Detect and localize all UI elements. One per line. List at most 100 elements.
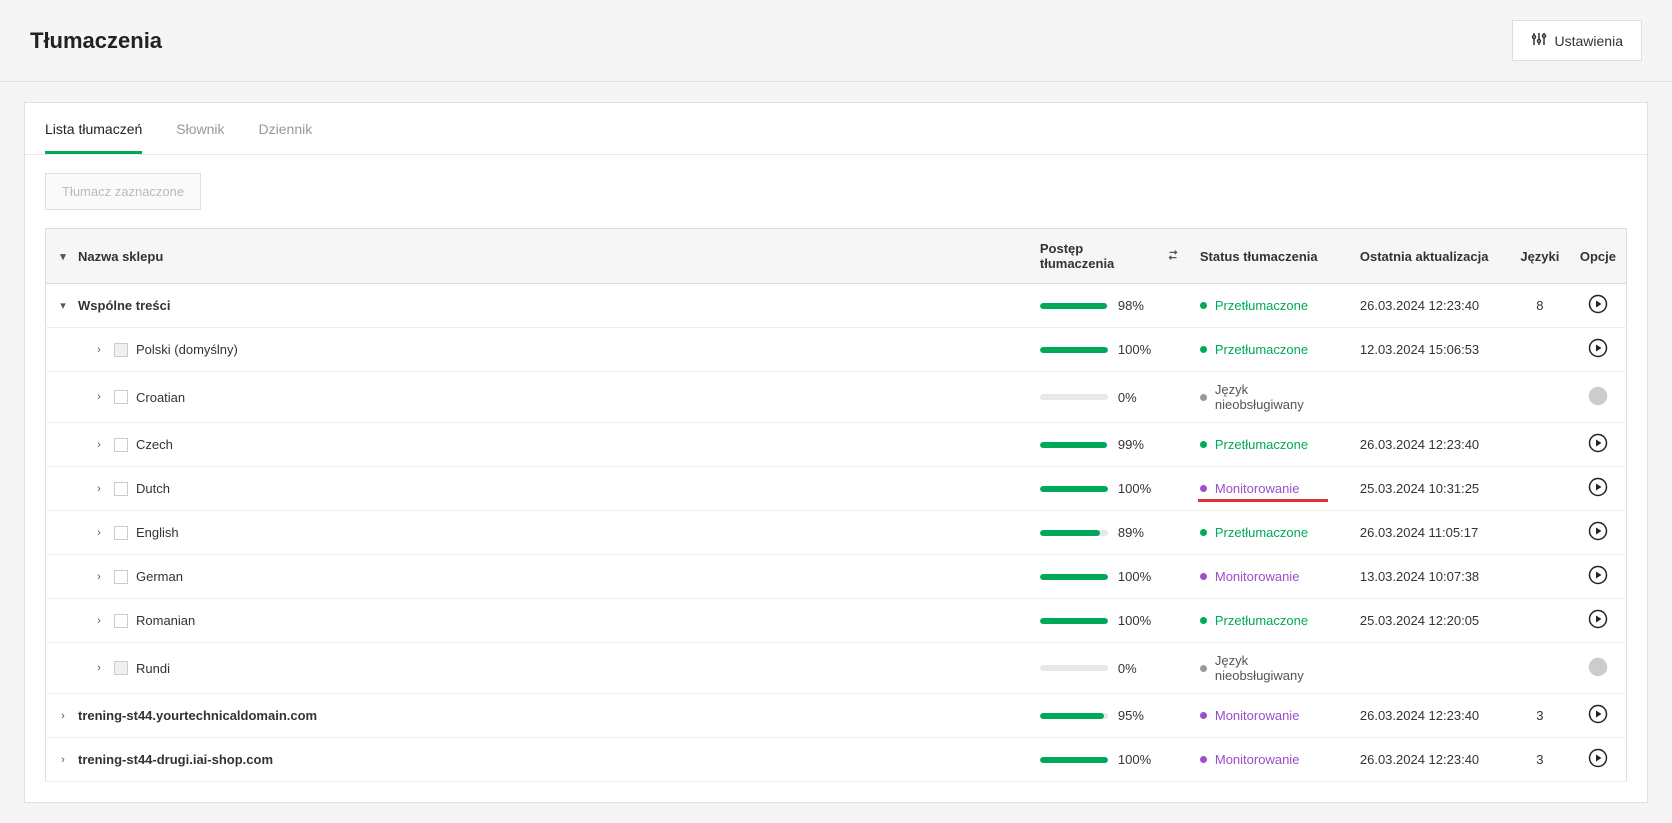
status-text: Przetłumaczone bbox=[1215, 525, 1308, 540]
row-name: Dutch bbox=[136, 481, 170, 496]
chevron-right-icon[interactable]: › bbox=[92, 344, 106, 356]
langs-value bbox=[1510, 511, 1570, 555]
play-circle-icon[interactable] bbox=[1588, 617, 1608, 632]
row-name: Romanian bbox=[136, 613, 195, 628]
play-circle-icon[interactable] bbox=[1588, 485, 1608, 500]
row-name: English bbox=[136, 525, 179, 540]
play-circle-icon bbox=[1588, 394, 1608, 409]
translate-selected-button: Tłumacz zaznaczone bbox=[45, 173, 201, 210]
column-opts: Opcje bbox=[1580, 249, 1616, 264]
progress-value: 100% bbox=[1118, 613, 1151, 628]
play-circle-icon[interactable] bbox=[1588, 756, 1608, 771]
translations-table: ▾ Nazwa sklepu Postęp tłumaczenia bbox=[45, 228, 1627, 782]
updated-value bbox=[1350, 643, 1510, 694]
status-dot-icon bbox=[1200, 394, 1207, 401]
row-name: trening-st44.yourtechnicaldomain.com bbox=[78, 708, 317, 723]
swap-icon[interactable] bbox=[1166, 248, 1180, 265]
langs-value: 3 bbox=[1510, 694, 1570, 738]
status-dot-icon bbox=[1200, 529, 1207, 536]
updated-value: 12.03.2024 15:06:53 bbox=[1350, 328, 1510, 372]
progress-value: 99% bbox=[1118, 437, 1144, 452]
tab-diary[interactable]: Dziennik bbox=[259, 121, 313, 154]
status-dot-icon bbox=[1200, 346, 1207, 353]
row-checkbox bbox=[114, 661, 128, 675]
page-title: Tłumaczenia bbox=[30, 28, 162, 54]
status-text: Monitorowanie bbox=[1215, 569, 1300, 584]
table-row: ›Croatian0%Język nieobsługiwany bbox=[46, 372, 1627, 423]
play-circle-icon[interactable] bbox=[1588, 302, 1608, 317]
langs-value bbox=[1510, 467, 1570, 511]
status-text: Przetłumaczone bbox=[1215, 437, 1308, 452]
table-row: ▾Wspólne treści98%Przetłumaczone26.03.20… bbox=[46, 284, 1627, 328]
updated-value: 26.03.2024 12:23:40 bbox=[1350, 738, 1510, 782]
chevron-right-icon[interactable]: › bbox=[56, 710, 70, 722]
table-row: › trening-st44.yourtechnicaldomain.com 95%… bbox=[46, 694, 1627, 738]
chevron-down-icon[interactable]: ▾ bbox=[56, 250, 70, 263]
table-row: ›Romanian100%Przetłumaczone25.03.2024 12… bbox=[46, 599, 1627, 643]
play-circle-icon[interactable] bbox=[1588, 712, 1608, 727]
status-dot-icon bbox=[1200, 756, 1207, 763]
status-text: Przetłumaczone bbox=[1215, 298, 1308, 313]
progress-value: 89% bbox=[1118, 525, 1144, 540]
tab-dictionary[interactable]: Słownik bbox=[176, 121, 224, 154]
chevron-right-icon[interactable]: › bbox=[92, 439, 106, 451]
status-text: Monitorowanie bbox=[1215, 481, 1300, 496]
status-dot-icon bbox=[1200, 441, 1207, 448]
table-row: ›Rundi0%Język nieobsługiwany bbox=[46, 643, 1627, 694]
status-text: Język nieobsługiwany bbox=[1215, 653, 1340, 683]
play-circle-icon[interactable] bbox=[1588, 441, 1608, 456]
updated-value: 25.03.2024 10:31:25 bbox=[1350, 467, 1510, 511]
langs-value bbox=[1510, 372, 1570, 423]
table-row: ›English89%Przetłumaczone26.03.2024 11:0… bbox=[46, 511, 1627, 555]
tab-list[interactable]: Lista tłumaczeń bbox=[45, 121, 142, 154]
settings-button[interactable]: Ustawienia bbox=[1512, 20, 1642, 61]
status-text: Monitorowanie bbox=[1215, 752, 1300, 767]
row-checkbox[interactable] bbox=[114, 526, 128, 540]
play-circle-icon[interactable] bbox=[1588, 529, 1608, 544]
status-dot-icon bbox=[1200, 485, 1207, 492]
sliders-icon bbox=[1531, 31, 1547, 50]
row-checkbox[interactable] bbox=[114, 438, 128, 452]
row-name: Croatian bbox=[136, 390, 185, 405]
table-row: ›trening-st44-drugi.iai-shop.com100%Moni… bbox=[46, 738, 1627, 782]
progress-bar: 0% bbox=[1040, 661, 1180, 676]
progress-value: 100% bbox=[1118, 569, 1151, 584]
table-row: ›Dutch100%Monitorowanie25.03.2024 10:31:… bbox=[46, 467, 1627, 511]
row-checkbox bbox=[114, 343, 128, 357]
chevron-right-icon[interactable]: › bbox=[92, 571, 106, 583]
row-checkbox[interactable] bbox=[114, 614, 128, 628]
progress-value: 100% bbox=[1118, 342, 1151, 357]
chevron-right-icon[interactable]: › bbox=[92, 483, 106, 495]
play-circle-icon bbox=[1588, 665, 1608, 680]
chevron-right-icon[interactable]: › bbox=[92, 391, 106, 403]
row-checkbox[interactable] bbox=[114, 570, 128, 584]
column-updated: Ostatnia aktualizacja bbox=[1360, 249, 1489, 264]
progress-bar: 0% bbox=[1040, 390, 1180, 405]
row-checkbox[interactable] bbox=[114, 482, 128, 496]
row-name: Wspólne treści bbox=[78, 298, 170, 313]
chevron-down-icon[interactable]: ▾ bbox=[56, 299, 70, 312]
updated-value bbox=[1350, 372, 1510, 423]
progress-bar: 100% bbox=[1040, 752, 1180, 767]
langs-value: 8 bbox=[1510, 284, 1570, 328]
progress-bar: 95% bbox=[1040, 708, 1180, 723]
column-langs: Języki bbox=[1520, 249, 1559, 264]
progress-bar: 98% bbox=[1040, 298, 1180, 313]
chevron-right-icon[interactable]: › bbox=[92, 527, 106, 539]
play-circle-icon[interactable] bbox=[1588, 346, 1608, 361]
chevron-right-icon[interactable]: › bbox=[92, 662, 106, 674]
status-text: Przetłumaczone bbox=[1215, 342, 1308, 357]
chevron-right-icon[interactable]: › bbox=[92, 615, 106, 627]
langs-value: 3 bbox=[1510, 738, 1570, 782]
status-dot-icon bbox=[1200, 617, 1207, 624]
play-circle-icon[interactable] bbox=[1588, 573, 1608, 588]
progress-value: 95% bbox=[1118, 708, 1144, 723]
table-row: ›Polski (domyślny)100%Przetłumaczone12.0… bbox=[46, 328, 1627, 372]
updated-value: 26.03.2024 12:23:40 bbox=[1350, 694, 1510, 738]
chevron-right-icon[interactable]: › bbox=[56, 754, 70, 766]
status-dot-icon bbox=[1200, 712, 1207, 719]
row-checkbox[interactable] bbox=[114, 390, 128, 404]
progress-bar: 100% bbox=[1040, 613, 1180, 628]
status-dot-icon bbox=[1200, 665, 1207, 672]
status-text: Przetłumaczone bbox=[1215, 613, 1308, 628]
